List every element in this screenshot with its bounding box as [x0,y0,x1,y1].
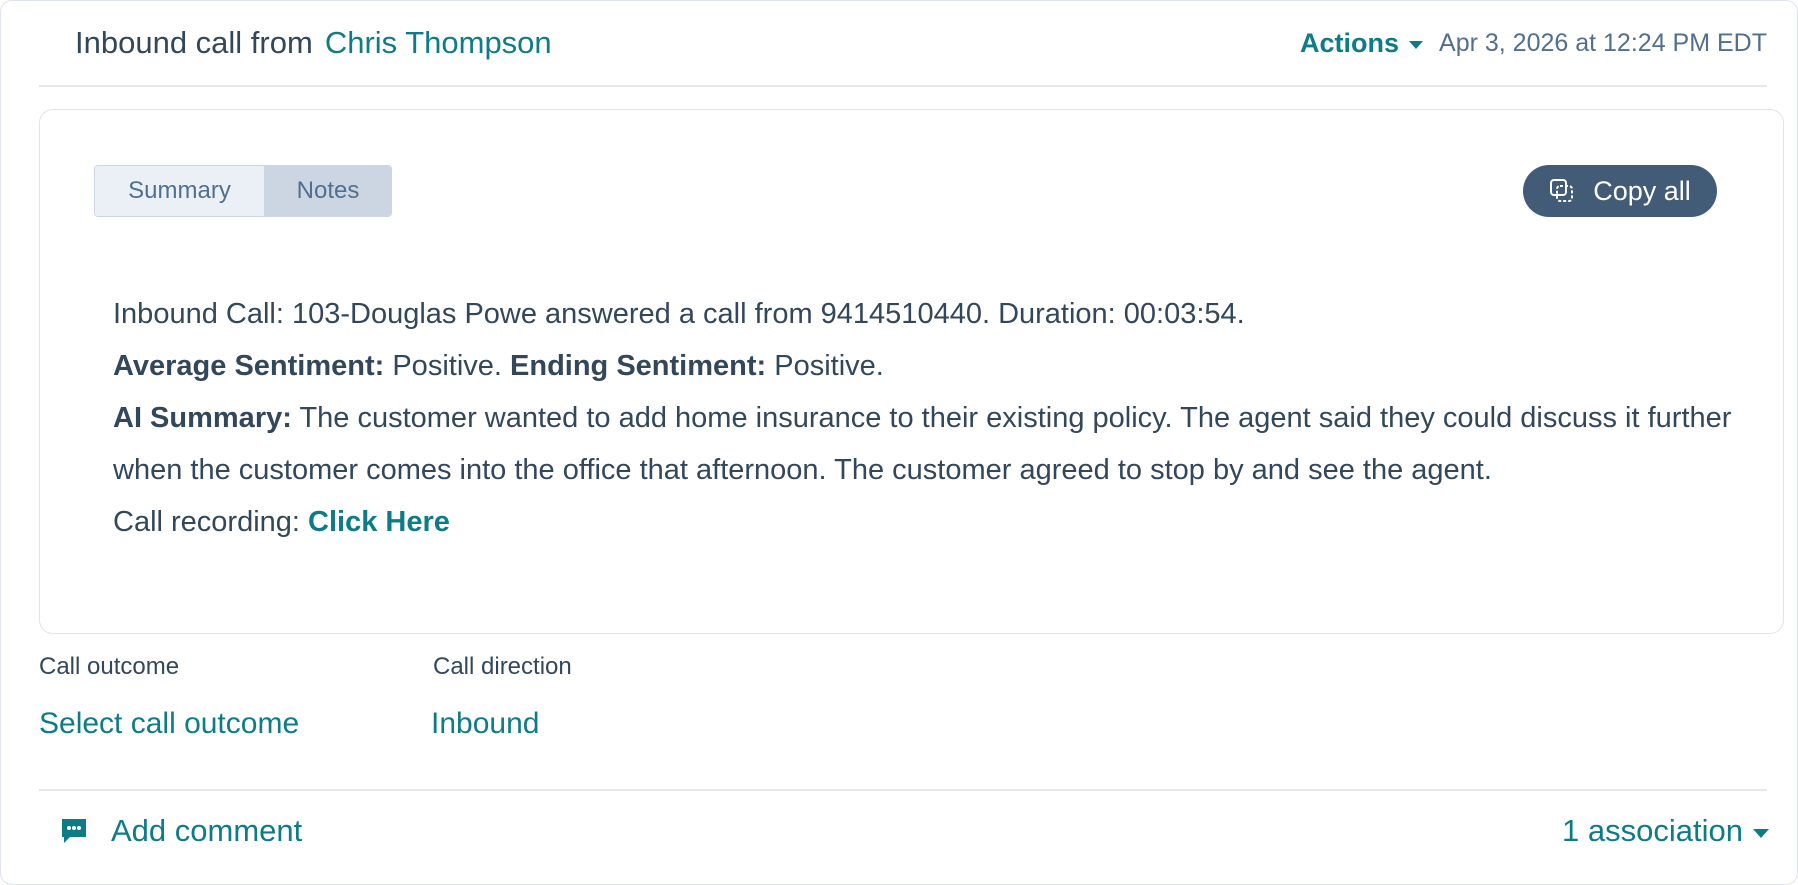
call-outcome-label: Call outcome [39,653,180,680]
associations-dropdown[interactable]: 1 association [1562,813,1769,849]
chevron-down-icon [1409,41,1424,49]
recording-link[interactable]: Click Here [308,506,450,538]
call-summary-text: Inbound Call: 103-Douglas Powe answered … [113,288,1743,548]
end-sentiment-value: Positive. [774,350,884,382]
call-title: Inbound call from Chris Thompson [39,25,552,61]
sentiment-line: Average Sentiment: Positive. Ending Sent… [113,340,1743,392]
copy-all-button[interactable]: Copy all [1523,165,1717,217]
add-comment-label: Add comment [111,813,303,848]
call-notes-box: Summary Notes Copy all Inbound Call: 103… [39,109,1784,634]
summary-notes-toggle: Summary Notes [94,165,392,217]
ai-summary-label: AI Summary: [113,402,292,434]
call-header: Inbound call from Chris Thompson Actions… [39,1,1767,87]
actions-dropdown[interactable]: Actions [1300,27,1424,59]
tab-summary[interactable]: Summary [95,166,265,216]
ai-summary-text: The customer wanted to add home insuranc… [113,402,1732,486]
footer-divider [39,789,1767,791]
tab-notes[interactable]: Notes [265,166,391,216]
call-info-line: Inbound Call: 103-Douglas Powe answered … [113,298,1245,330]
header-right: Actions Apr 3, 2026 at 12:24 PM EDT [1300,28,1767,59]
contact-link[interactable]: Chris Thompson [325,25,552,61]
add-comment-button[interactable]: Add comment [59,813,302,849]
comment-icon [62,819,86,843]
avg-sentiment-value: Positive. [392,350,502,382]
call-title-prefix: Inbound call from [75,25,313,60]
recording-label: Call recording: [113,506,300,538]
copy-all-label: Copy all [1593,175,1691,206]
call-direction-select[interactable]: Inbound [431,707,539,741]
call-timestamp: Apr 3, 2026 at 12:24 PM EDT [1439,28,1767,57]
copy-icon [1550,179,1574,202]
end-sentiment-label: Ending Sentiment: [510,350,767,382]
ai-summary: AI Summary: The customer wanted to add h… [113,392,1743,496]
association-count-label: 1 association [1562,813,1743,848]
call-activity-card: Inbound call from Chris Thompson Actions… [0,0,1798,885]
recording-line: Call recording: Click Here [113,496,1743,548]
chevron-down-icon [1753,828,1769,838]
call-outcome-select[interactable]: Select call outcome [39,707,299,741]
actions-label: Actions [1300,27,1400,58]
avg-sentiment-label: Average Sentiment: [113,350,385,382]
call-direction-label: Call direction [433,653,572,680]
